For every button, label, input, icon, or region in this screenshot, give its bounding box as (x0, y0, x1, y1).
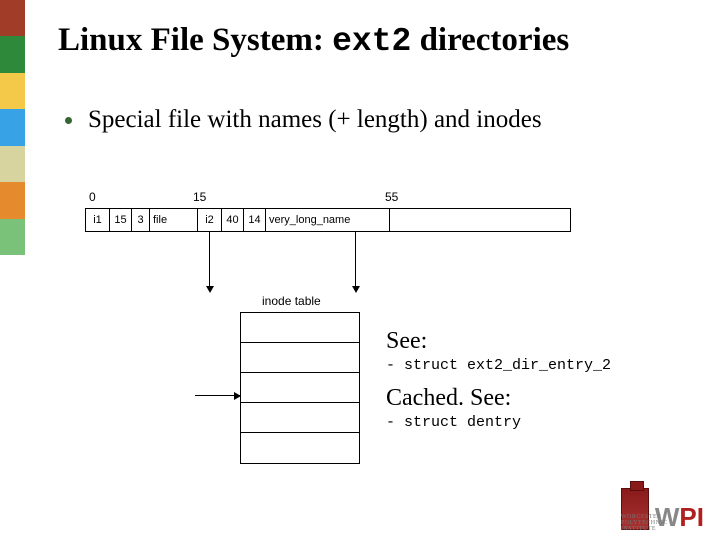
inode-row (241, 313, 359, 343)
note-code-2: - struct dentry (386, 414, 521, 431)
entry2-namelen: 14 (244, 209, 266, 231)
note-see-1: See: (386, 328, 611, 355)
inode-row (241, 373, 359, 403)
inode-pointer-arrows (85, 232, 585, 294)
bullet-item: Special file with names (+ length) and i… (65, 103, 665, 137)
entry1-reclen: 15 (110, 209, 132, 231)
bullet-text: Special file with names (+ length) and i… (88, 103, 542, 137)
note-see-block-2: Cached. See: - struct dentry (386, 385, 521, 431)
inode-row (241, 343, 359, 373)
wpi-logo: W P I WORCESTER POLYTECHNIC INSTITUTE (621, 488, 704, 530)
directory-entries-row: i1 15 3 file i2 40 14 very_long_name (85, 208, 571, 232)
directory-diagram: 0 15 55 i1 15 3 file i2 40 14 very_long_… (85, 190, 585, 294)
title-prefix: Linux File System: (58, 22, 332, 58)
note-code-1: - struct ext2_dir_entry_2 (386, 357, 611, 374)
title-suffix: directories (411, 22, 569, 58)
offset-15: 15 (193, 190, 206, 204)
inode-row (241, 403, 359, 433)
note-see-block-1: See: - struct ext2_dir_entry_2 (386, 328, 611, 374)
inode-table-label: inode table (262, 294, 321, 308)
entry2-inode: i2 (198, 209, 222, 231)
offset-55: 55 (385, 190, 398, 204)
inode-table (240, 312, 360, 464)
entry-tail-empty (390, 209, 570, 231)
entry1-inode: i1 (86, 209, 110, 231)
title-code: ext2 (332, 23, 411, 60)
entry1-namelen: 3 (132, 209, 150, 231)
note-see-2: Cached. See: (386, 385, 521, 412)
arrow-right-icon (195, 395, 240, 396)
logo-subtext: WORCESTER POLYTECHNIC INSTITUTE (621, 514, 704, 532)
offset-0: 0 (89, 190, 96, 204)
byte-offsets: 0 15 55 (85, 190, 585, 208)
entry2-name: very_long_name (266, 209, 390, 231)
slide-title: Linux File System: ext2 directories (58, 22, 569, 60)
accent-color-bar (0, 0, 25, 255)
entry2-reclen: 40 (222, 209, 244, 231)
entry1-name: file (150, 209, 198, 231)
inode-row (241, 433, 359, 463)
bullet-icon (65, 117, 72, 124)
